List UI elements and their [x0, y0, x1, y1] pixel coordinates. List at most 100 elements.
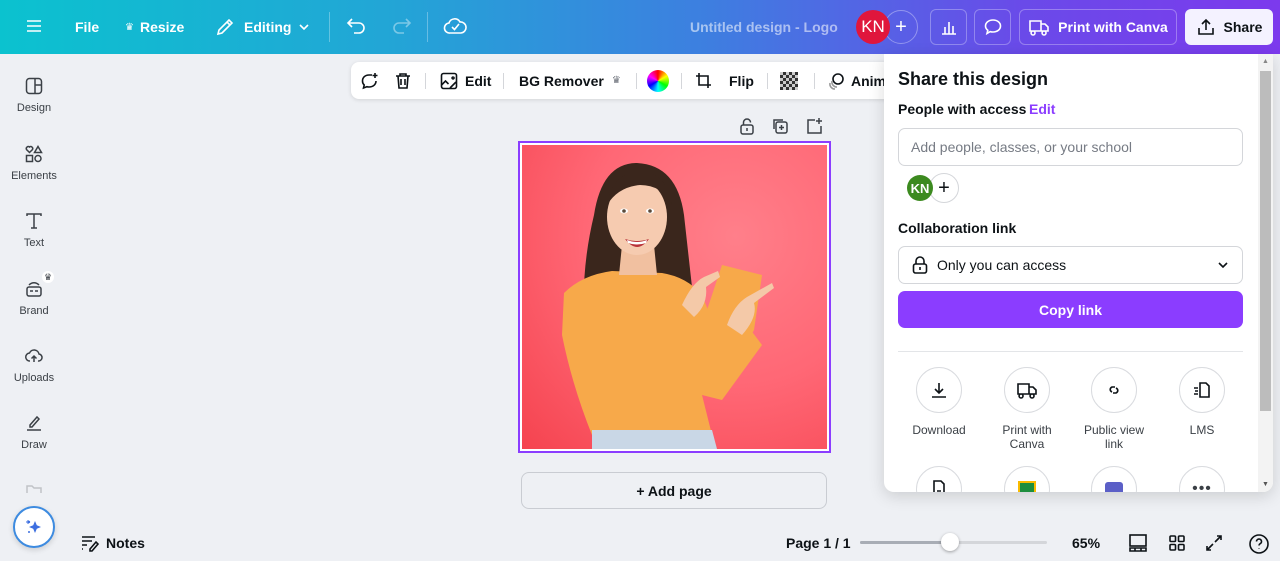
trash-icon [396, 72, 410, 89]
design-icon [25, 77, 43, 95]
canvas-page[interactable] [518, 141, 831, 453]
sidebar-item-label: Text [23, 237, 45, 249]
truck-icon [1017, 383, 1037, 399]
sidebar-item-text[interactable]: Text [0, 211, 68, 249]
scroll-up-arrow-icon[interactable]: ▲ [1262, 58, 1269, 65]
share-button[interactable]: Share [1185, 9, 1273, 45]
fullscreen-button[interactable] [1204, 533, 1224, 558]
zoom-slider[interactable] [860, 533, 1047, 551]
lock-page-button[interactable] [738, 117, 756, 135]
more-icon: ••• [1192, 480, 1212, 493]
add-page-icon [807, 118, 822, 134]
link-icon [1109, 386, 1119, 394]
sidebar-item-brand[interactable]: ♛ Brand [0, 271, 68, 317]
file-menu-button[interactable]: File [75, 19, 99, 35]
comment-icon [984, 19, 1001, 36]
grid-icon [1169, 535, 1185, 551]
color-adjust-button[interactable] [647, 62, 669, 99]
zoom-percentage[interactable]: 65% [1072, 535, 1100, 551]
copy-link-button[interactable]: Copy link [898, 291, 1243, 328]
print-label: Print with Canva [1058, 19, 1168, 35]
edit-image-button[interactable]: Edit [439, 62, 491, 99]
add-page-button[interactable]: + Add page [521, 472, 827, 509]
lms-option[interactable]: LMS [1157, 367, 1247, 437]
undo-button[interactable] [346, 16, 368, 36]
user-avatar[interactable]: KN [856, 10, 890, 44]
bg-remover-button[interactable]: BG Remover ♛ [519, 62, 621, 99]
grid-view-button[interactable] [1167, 533, 1187, 558]
zoom-slider-fill [860, 541, 950, 544]
add-comment-button[interactable] [360, 62, 380, 99]
magic-assistant-button[interactable] [13, 506, 55, 548]
option-label: Public view link [1083, 423, 1145, 451]
save-status-button[interactable] [443, 15, 467, 37]
divider [681, 73, 682, 89]
sidebar-item-label: Uploads [13, 372, 55, 384]
help-button[interactable] [1248, 533, 1270, 560]
page-indicator[interactable]: Page 1 / 1 [786, 535, 851, 551]
edit-access-link[interactable]: Edit [1029, 101, 1055, 117]
sidebar-item-draw[interactable]: Draw [0, 413, 68, 451]
member-avatar[interactable]: KN [907, 175, 933, 201]
edit-label: Edit [465, 72, 492, 89]
insights-button[interactable] [930, 9, 967, 45]
download-option[interactable]: Download [894, 367, 984, 437]
scroll-down-arrow-icon[interactable]: ▼ [1262, 481, 1269, 488]
share-panel-scrollbar[interactable]: ▲ ▼ [1258, 54, 1273, 492]
add-people-input[interactable] [898, 128, 1243, 166]
editing-mode-button[interactable]: Editing [215, 17, 311, 37]
animate-button[interactable]: Anim [827, 62, 886, 99]
public-view-link-option[interactable]: Public view link [1069, 367, 1159, 451]
bar-chart-icon [941, 22, 956, 35]
google-classroom-option[interactable] [982, 466, 1072, 492]
share-label: Share [1223, 19, 1263, 35]
crown-icon: ♛ [125, 21, 134, 33]
comments-button[interactable] [974, 9, 1011, 45]
sidebar-item-projects[interactable] [0, 482, 68, 500]
redo-button[interactable] [390, 16, 412, 36]
access-level-dropdown[interactable]: Only you can access [898, 246, 1243, 284]
notes-button[interactable]: Notes [80, 534, 145, 552]
share-icon [1197, 18, 1214, 35]
top-bar: File ♛ Resize Editing Untitled design - … [0, 0, 1280, 54]
flip-button[interactable]: Flip [729, 62, 754, 99]
sidebar-item-uploads[interactable]: Uploads [0, 346, 68, 384]
more-options[interactable]: ••• [1157, 466, 1247, 492]
design-image[interactable] [522, 145, 827, 449]
divider [814, 73, 815, 89]
sidebar-item-label: Design [16, 102, 52, 114]
add-member-button[interactable]: + [929, 173, 959, 203]
add-page-icon-button[interactable] [805, 117, 823, 135]
print-with-canva-option[interactable]: Print with Canva [982, 367, 1072, 451]
document-option[interactable] [894, 466, 984, 492]
hamburger-icon [27, 20, 41, 32]
main-menu-button[interactable] [25, 17, 43, 35]
sidebar-item-label: Elements [11, 170, 57, 182]
zoom-slider-thumb[interactable] [940, 533, 959, 551]
sidebar-item-design[interactable]: Design [0, 76, 68, 114]
comment-add-icon [361, 72, 378, 89]
transparency-button[interactable] [780, 62, 798, 99]
sidebar-item-elements[interactable]: Elements [0, 144, 68, 182]
thumbnails-icon [1129, 534, 1147, 552]
sidebar-item-label: Brand [19, 305, 49, 317]
duplicate-icon [773, 119, 788, 134]
divider [898, 351, 1243, 352]
resize-button[interactable]: ♛ Resize [125, 19, 184, 35]
divider [425, 73, 426, 89]
microsoft-teams-option[interactable] [1069, 466, 1159, 492]
context-toolbar: Edit BG Remover ♛ Flip Anim [351, 62, 896, 99]
print-with-canva-button[interactable]: Print with Canva [1019, 9, 1177, 45]
document-title[interactable]: Untitled design - Logo [690, 19, 838, 35]
page-thumbnails-button[interactable] [1128, 533, 1148, 558]
delete-button[interactable] [394, 62, 412, 99]
editing-label: Editing [244, 19, 292, 35]
sidebar-item-label: Draw [21, 439, 47, 451]
lock-icon [912, 256, 928, 274]
duplicate-page-button[interactable] [771, 117, 789, 135]
scrollbar-thumb[interactable] [1260, 71, 1271, 411]
document-icon [933, 480, 945, 492]
crop-button[interactable] [694, 62, 714, 99]
share-panel: Share this design People with access Edi… [884, 54, 1273, 492]
bg-remover-label: BG Remover [519, 72, 604, 89]
